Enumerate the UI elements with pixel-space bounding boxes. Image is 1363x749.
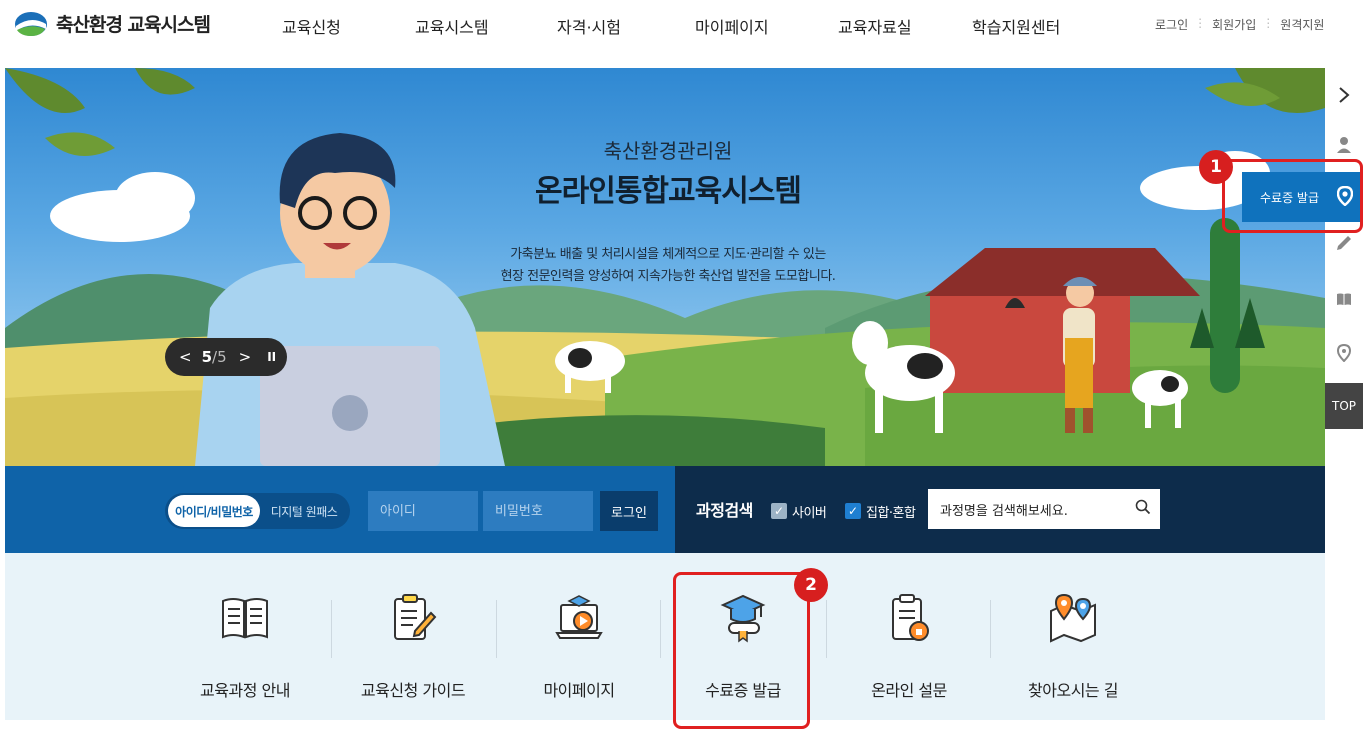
- right-bar-resources[interactable]: [1325, 284, 1363, 314]
- quick-item-label: 찾아오시는 길: [1028, 681, 1118, 700]
- slide-pause-button[interactable]: II: [267, 350, 276, 364]
- quick-item-label: 마이페이지: [543, 681, 615, 700]
- util-separator: ⋮: [1262, 16, 1275, 30]
- user-icon: [1337, 137, 1351, 153]
- map-pin-icon: [1337, 344, 1351, 362]
- right-bar-login[interactable]: [1325, 130, 1363, 160]
- highlight-box-1: [1222, 159, 1363, 233]
- quick-course-guide[interactable]: 교육과정 안내: [170, 585, 320, 715]
- tab-id-password[interactable]: 아이디/비밀번호: [168, 495, 260, 527]
- quick-directions[interactable]: 찾아오시는 길: [998, 585, 1148, 715]
- nav-item-apply[interactable]: 교육신청: [282, 14, 341, 38]
- quick-apply-guide[interactable]: 교육신청 가이드: [338, 585, 488, 715]
- divider: [660, 600, 661, 658]
- map-pin-icon: [1050, 593, 1096, 643]
- laptop-play-icon: [555, 595, 603, 639]
- hero-desc-line: 현장 전문인력을 양성하여 지속가능한 축산업 발전을 도모합니다.: [500, 269, 836, 284]
- util-separator: ⋮: [1194, 16, 1207, 30]
- slide-prev-button[interactable]: <: [179, 348, 192, 366]
- right-bar-directions[interactable]: [1325, 338, 1363, 368]
- hero-subtitle: 축산환경관리원: [603, 139, 733, 163]
- hero-desc-line: 가축분뇨 배출 및 처리시설을 체계적으로 지도·관리할 수 있는: [510, 247, 826, 262]
- chevron-right-icon: [1339, 87, 1350, 103]
- slide-current: 5: [201, 348, 213, 366]
- nav-item-resources[interactable]: 교육자료실: [838, 14, 912, 38]
- cyber-checkbox[interactable]: ✓: [771, 503, 787, 519]
- slide-pager: < 5 /5 > II: [165, 338, 287, 376]
- clipboard-pencil-icon: [394, 594, 437, 640]
- nav-item-system[interactable]: 교육시스템: [415, 14, 489, 38]
- group-mixed-checkbox-label: 집합·혼합: [866, 506, 916, 521]
- hero-description: 가축분뇨 배출 및 처리시설을 체계적으로 지도·관리할 수 있는 현장 전문인…: [5, 244, 1325, 288]
- site-logo[interactable]: 축산환경 교육시스템: [14, 10, 211, 37]
- login-button[interactable]: 로그인: [600, 491, 658, 531]
- password-input[interactable]: [483, 491, 593, 531]
- hero-banner: 축산환경관리원 온라인통합교육시스템 가축분뇨 배출 및 처리시설을 체계적으로…: [5, 68, 1325, 466]
- book-open-icon: [1337, 293, 1351, 305]
- quick-mypage[interactable]: 마이페이지: [504, 585, 654, 715]
- nav-item-support[interactable]: 학습지원센터: [972, 14, 1060, 38]
- quick-survey[interactable]: 온라인 설문: [834, 585, 984, 715]
- highlight-box-2: [673, 572, 810, 729]
- logo-text: 축산환경 교육시스템: [56, 14, 211, 36]
- site-header: 축산환경 교육시스템 교육신청 교육시스템 자격·시험 마이페이지 교육자료실 …: [0, 0, 1363, 50]
- slide-next-button[interactable]: >: [239, 348, 252, 366]
- remote-support-link[interactable]: 원격지원: [1280, 16, 1324, 33]
- course-search-input[interactable]: [928, 489, 1160, 529]
- nav-item-exam[interactable]: 자격·시험: [557, 14, 621, 38]
- user-id-input[interactable]: [368, 491, 478, 531]
- hero-title: 온라인통합교육시스템: [535, 174, 802, 209]
- login-link[interactable]: 로그인: [1155, 16, 1188, 33]
- clipboard-lock-icon: [892, 594, 929, 641]
- search-icon[interactable]: [1135, 499, 1151, 515]
- divider: [826, 600, 827, 658]
- logo-icon: [15, 11, 47, 36]
- nav-item-mypage[interactable]: 마이페이지: [695, 14, 769, 38]
- right-bar-toggle[interactable]: [1325, 80, 1363, 110]
- divider: [331, 600, 332, 658]
- step-badge-1: 1: [1199, 150, 1233, 184]
- cyber-checkbox-label: 사이버: [792, 506, 827, 521]
- step-badge-2: 2: [794, 568, 828, 602]
- quick-item-label: 교육과정 안내: [200, 681, 290, 700]
- tab-digital-onepass[interactable]: 디지털 원패스: [260, 495, 348, 527]
- scroll-top-button[interactable]: TOP: [1325, 383, 1363, 429]
- slide-total: /5: [212, 348, 227, 366]
- course-search-label: 과정검색: [696, 501, 753, 520]
- quick-item-label: 교육신청 가이드: [360, 681, 466, 700]
- signup-link[interactable]: 회원가입: [1212, 16, 1256, 33]
- quick-item-label: 온라인 설문: [871, 681, 947, 700]
- group-mixed-checkbox[interactable]: ✓: [845, 503, 861, 519]
- book-icon: [222, 598, 268, 639]
- util-links: 로그인 ⋮ 회원가입 ⋮ 원격지원: [1155, 16, 1324, 33]
- pencil-icon: [1337, 236, 1351, 250]
- divider: [496, 600, 497, 658]
- divider: [990, 600, 991, 658]
